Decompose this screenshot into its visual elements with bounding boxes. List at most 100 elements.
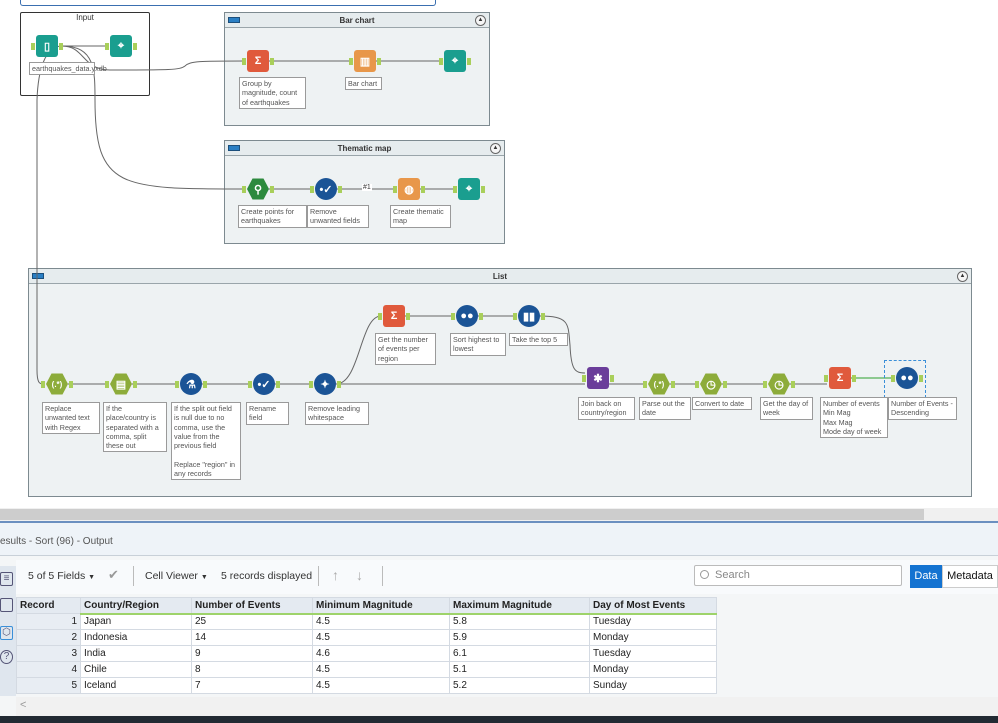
search-input[interactable]: Search — [694, 565, 902, 586]
table-cell[interactable]: Indonesia — [80, 629, 192, 646]
metadata-tab[interactable]: Metadata — [942, 565, 998, 588]
bar-chart-icon[interactable]: ▥ — [354, 50, 376, 72]
table-cell[interactable]: 5 — [16, 677, 81, 694]
connection-anchor[interactable] — [242, 186, 246, 193]
fields-dropdown[interactable]: 5 of 5 Fields ▼ — [28, 570, 95, 582]
connection-anchor[interactable] — [378, 313, 382, 320]
table-cell[interactable]: Iceland — [80, 677, 192, 694]
connection-anchor[interactable] — [421, 186, 425, 193]
connection-anchor[interactable] — [105, 381, 109, 388]
table-cell[interactable]: 9 — [191, 645, 313, 662]
connection-anchor[interactable] — [248, 381, 252, 388]
thematic-map-icon[interactable]: ◍ — [398, 178, 420, 200]
connection-anchor[interactable] — [891, 375, 895, 382]
connection-anchor[interactable] — [69, 381, 73, 388]
table-cell[interactable]: 4.6 — [312, 645, 450, 662]
column-header[interactable]: Record — [16, 597, 81, 614]
connection-anchor[interactable] — [610, 375, 614, 382]
connection-anchor[interactable] — [824, 375, 828, 382]
connection-anchor[interactable] — [393, 186, 397, 193]
help-icon[interactable]: ? — [0, 650, 13, 664]
table-cell[interactable]: 5.9 — [449, 629, 590, 646]
tag-icon[interactable]: ⬡ — [0, 626, 13, 640]
data-tab[interactable]: Data — [910, 565, 942, 588]
collapse-icon[interactable]: ▲ — [475, 15, 486, 26]
list-view-icon[interactable]: ≡ — [0, 572, 13, 586]
column-header[interactable]: Number of Events — [191, 597, 313, 615]
table-cell[interactable]: 14 — [191, 629, 313, 646]
table-cell[interactable]: 8 — [191, 661, 313, 678]
connection-anchor[interactable] — [337, 381, 341, 388]
formula-icon[interactable]: ⚗ — [180, 373, 202, 395]
column-header[interactable]: Maximum Magnitude — [449, 597, 590, 615]
table-cell[interactable]: India — [80, 645, 192, 662]
connection-anchor[interactable] — [338, 186, 342, 193]
connection-anchor[interactable] — [105, 43, 109, 50]
connection-anchor[interactable] — [270, 58, 274, 65]
arrow-down-icon[interactable]: ↓ — [356, 567, 363, 583]
connection-anchor[interactable] — [479, 313, 483, 320]
connection-anchor[interactable] — [439, 58, 443, 65]
table-cell[interactable]: Monday — [589, 661, 717, 678]
connection-anchor[interactable] — [582, 375, 586, 382]
arrow-up-icon[interactable]: ↑ — [332, 567, 339, 583]
browse-binoculars-icon[interactable]: ⌖ — [444, 50, 466, 72]
select-icon[interactable]: •✓ — [315, 178, 337, 200]
table-cell[interactable]: Monday — [589, 629, 717, 646]
table-cell[interactable]: Japan — [80, 613, 192, 630]
table-cell[interactable]: 5.8 — [449, 613, 590, 630]
table-cell[interactable]: 6.1 — [449, 645, 590, 662]
connection-anchor[interactable] — [41, 381, 45, 388]
connection-anchor[interactable] — [671, 381, 675, 388]
table-cell[interactable]: 5.2 — [449, 677, 590, 694]
table-horizontal-scrollbar[interactable]: < — [16, 697, 998, 716]
table-cell[interactable]: 3 — [16, 645, 81, 662]
connection-anchor[interactable] — [133, 43, 137, 50]
sample-icon[interactable]: ▮▮ — [518, 305, 540, 327]
scroll-left-icon[interactable]: < — [20, 699, 26, 711]
column-header[interactable]: Day of Most Events — [589, 597, 717, 615]
table-cell[interactable]: Tuesday — [589, 613, 717, 630]
connection-anchor[interactable] — [377, 58, 381, 65]
connection-anchor[interactable] — [643, 381, 647, 388]
table-cell[interactable]: 4.5 — [312, 629, 450, 646]
input-data-icon[interactable]: ▯ — [36, 35, 58, 57]
scrollbar-thumb[interactable] — [0, 509, 924, 520]
square-icon[interactable] — [0, 598, 13, 612]
join-icon[interactable]: ✱ — [587, 367, 609, 389]
table-cell[interactable]: 2 — [16, 629, 81, 646]
collapse-icon[interactable]: ▲ — [490, 143, 501, 154]
collapse-icon[interactable]: ▲ — [957, 271, 968, 282]
connection-anchor[interactable] — [791, 381, 795, 388]
summarize-sigma-icon[interactable]: Σ — [829, 367, 851, 389]
connection-anchor[interactable] — [453, 186, 457, 193]
connection-anchor[interactable] — [59, 43, 63, 50]
table-cell[interactable]: Tuesday — [589, 645, 717, 662]
summarize-sigma-icon[interactable]: Σ — [383, 305, 405, 327]
connection-anchor[interactable] — [723, 381, 727, 388]
column-header[interactable]: Country/Region — [80, 597, 192, 615]
select-icon[interactable]: •✓ — [253, 373, 275, 395]
connection-anchor[interactable] — [133, 381, 137, 388]
table-cell[interactable]: 5.1 — [449, 661, 590, 678]
data-cleansing-icon[interactable]: ✦ — [314, 373, 336, 395]
workflow-canvas[interactable]: Input Bar chart ▲ Thematic map ▲ List ▲ #1 … — [0, 0, 998, 508]
connection-anchor[interactable] — [852, 375, 856, 382]
table-cell[interactable]: Chile — [80, 661, 192, 678]
connection-anchor[interactable] — [310, 186, 314, 193]
table-cell[interactable]: 1 — [16, 613, 81, 630]
connection-anchor[interactable] — [31, 43, 35, 50]
column-header[interactable]: Minimum Magnitude — [312, 597, 450, 615]
canvas-horizontal-scrollbar[interactable] — [0, 508, 998, 521]
table-cell[interactable]: 25 — [191, 613, 313, 630]
connection-anchor[interactable] — [309, 381, 313, 388]
summarize-sigma-icon[interactable]: Σ — [247, 50, 269, 72]
table-cell[interactable]: 4 — [16, 661, 81, 678]
connection-anchor[interactable] — [349, 58, 353, 65]
connection-anchor[interactable] — [451, 313, 455, 320]
connection-anchor[interactable] — [242, 58, 246, 65]
connection-anchor[interactable] — [513, 313, 517, 320]
table-cell[interactable]: 4.5 — [312, 677, 450, 694]
connection-anchor[interactable] — [175, 381, 179, 388]
browse-binoculars-icon[interactable]: ⌖ — [110, 35, 132, 57]
